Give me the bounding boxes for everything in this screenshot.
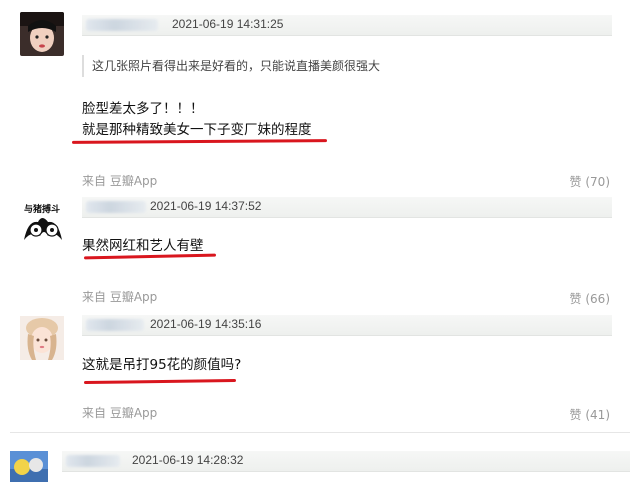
comment-meta: 2021-06-19 14:28:32 [62, 451, 630, 472]
comment-text-line: 就是那种精致美女一下子变厂妹的程度 [82, 122, 312, 138]
comment-text-line: 脸型差太多了！！！ [82, 101, 204, 117]
avatar[interactable]: 与猪搏斗 [18, 200, 68, 246]
comment-item: 2021-06-19 14:31:25 这几张照片看得出来是好看的，只能说直播美… [0, 0, 640, 195]
comment-text-line: 果然网红和艺人有壁 [82, 238, 204, 254]
quote-text: 这几张照片看得出来是好看的，只能说直播美颜很强大 [92, 59, 381, 73]
comment-timestamp: 2021-06-19 14:35:16 [150, 317, 262, 331]
red-underline [71, 139, 328, 144]
username-blurred[interactable] [66, 455, 120, 467]
username-blurred[interactable] [86, 319, 144, 331]
username-blurred[interactable] [86, 201, 146, 213]
comment-source: 来自 豆瓣App [82, 290, 158, 304]
like-button[interactable]: 赞 (41) [570, 406, 610, 423]
comment-meta: 2021-06-19 14:31:25 [82, 15, 612, 36]
avatar-caption: 与猪搏斗 [24, 205, 61, 215]
red-underline [83, 378, 237, 385]
comment-meta: 2021-06-19 14:37:52 [82, 197, 612, 218]
comment-text-line: 这就是吊打95花的颜值吗? [82, 357, 242, 373]
avatar[interactable] [20, 12, 64, 56]
comment-item: 2021-06-19 14:28:32 [0, 445, 640, 482]
avatar[interactable] [10, 451, 48, 482]
comment-item: 与猪搏斗 2021-06-19 14:37:52 果然网红和艺人有壁 来自 豆瓣… [0, 195, 640, 315]
comment-source: 来自 豆瓣App [82, 406, 158, 420]
comment-meta: 2021-06-19 14:35:16 [82, 315, 612, 336]
comment-timestamp: 2021-06-19 14:37:52 [150, 199, 262, 213]
like-button[interactable]: 赞 (70) [570, 173, 610, 190]
comment-timestamp: 2021-06-19 14:31:25 [172, 17, 284, 31]
like-button[interactable]: 赞 (66) [570, 290, 610, 307]
red-underline [83, 253, 217, 260]
avatar[interactable] [20, 316, 64, 360]
comment-divider [10, 432, 630, 433]
comment-timestamp: 2021-06-19 14:28:32 [132, 453, 244, 467]
quoted-reply: 这几张照片看得出来是好看的，只能说直播美颜很强大 [82, 55, 612, 77]
comment-source: 来自 豆瓣App [82, 174, 158, 188]
comment-item: 2021-06-19 14:35:16 这就是吊打95花的颜值吗? 来自 豆瓣A… [0, 315, 640, 435]
username-blurred[interactable] [86, 19, 158, 31]
